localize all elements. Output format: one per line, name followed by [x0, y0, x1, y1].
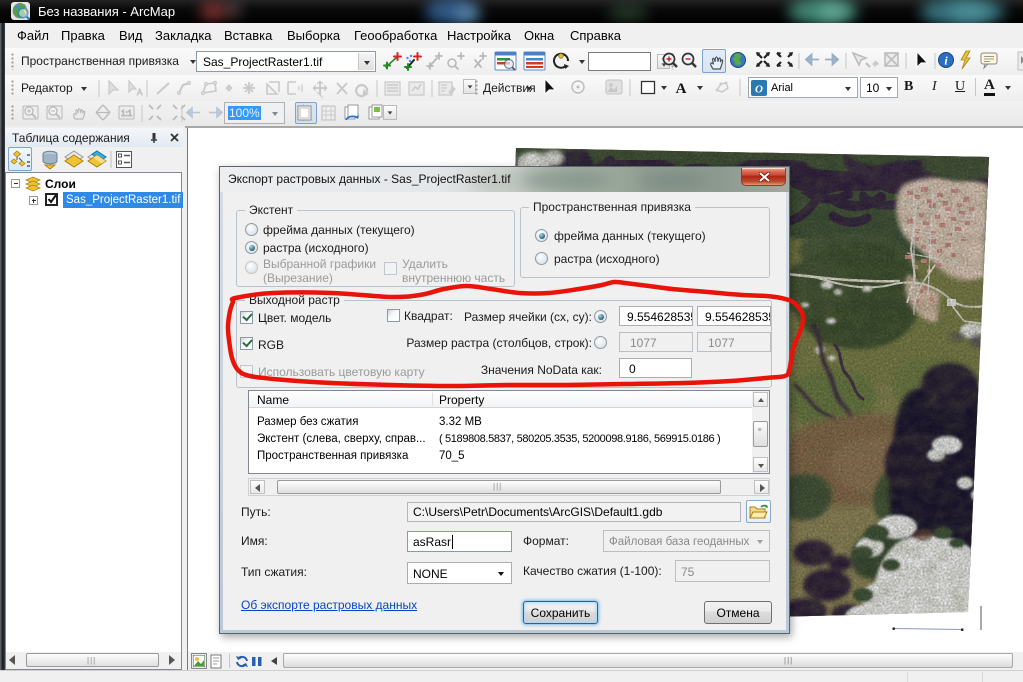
svg-text:A: A	[676, 81, 687, 97]
svg-text:A: A	[137, 88, 143, 97]
svg-text:O: O	[755, 84, 763, 96]
svg-text:1:1: 1:1	[121, 109, 133, 118]
